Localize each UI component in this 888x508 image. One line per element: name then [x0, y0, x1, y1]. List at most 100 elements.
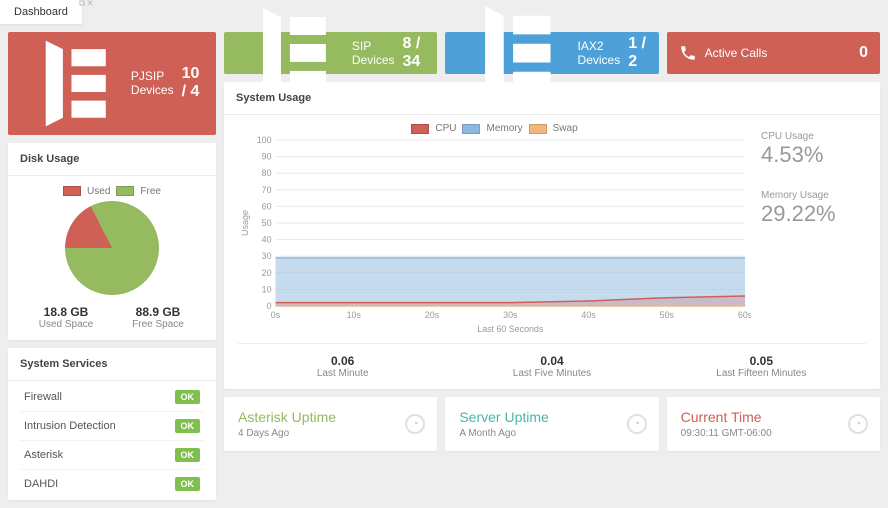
- info-card[interactable]: Asterisk Uptime 4 Days Ago◔: [224, 397, 437, 451]
- used-space-label: Used Space: [20, 319, 112, 330]
- svg-text:70: 70: [262, 185, 272, 195]
- free-space-label: Free Space: [112, 319, 204, 330]
- legend-used-swatch: [63, 186, 81, 196]
- service-row[interactable]: DAHDI OK: [20, 470, 204, 498]
- info-title: Current Time: [681, 409, 866, 425]
- service-row[interactable]: Intrusion Detection OK: [20, 412, 204, 441]
- svg-text:60: 60: [262, 201, 272, 211]
- chart-legend: CPU Memory Swap: [238, 123, 751, 134]
- cpu-usage-value: 4.53%: [761, 142, 862, 168]
- clock-icon: ◔: [848, 414, 868, 434]
- disk-usage-panel: Disk Usage Used Free 18.8 GB Used Space: [8, 143, 216, 340]
- load-label: Last Five Minutes: [447, 368, 656, 379]
- pjsp-devices-card[interactable]: PJSIP Devices 10 / 4: [8, 32, 216, 135]
- load-value: 0.04: [447, 354, 656, 368]
- svg-text:10s: 10s: [347, 310, 362, 320]
- info-subtitle: 09:30:11 GMT-06:00: [681, 428, 866, 439]
- usage-chart: 01020304050607080901000s10s20s30s40s50s6…: [238, 134, 751, 334]
- service-name: DAHDI: [24, 478, 58, 490]
- svg-text:Usage: Usage: [240, 210, 250, 236]
- clock-icon: ◔: [627, 414, 647, 434]
- load-stat: 0.05Last Fifteen Minutes: [657, 344, 866, 389]
- free-space-value: 88.9 GB: [112, 305, 204, 319]
- svg-text:40s: 40s: [581, 310, 596, 320]
- info-card[interactable]: Server Uptime A Month Ago◔: [445, 397, 658, 451]
- svg-text:20: 20: [262, 268, 272, 278]
- disk-pie-chart: [65, 201, 159, 295]
- panel-title: System Usage: [224, 82, 880, 115]
- info-title: Server Uptime: [459, 409, 644, 425]
- svg-text:Last 60 Seconds: Last 60 Seconds: [477, 324, 544, 334]
- legend-swap-label: Swap: [553, 123, 578, 134]
- system-services-panel: System Services FirewallOKIntrusion Dete…: [8, 348, 216, 500]
- service-row[interactable]: Firewall OK: [20, 383, 204, 412]
- memory-usage-label: Memory Usage: [761, 190, 862, 201]
- load-stat: 0.06Last Minute: [238, 344, 447, 389]
- stat-label: IAX2 Devices: [578, 39, 621, 67]
- legend-memory-label: Memory: [486, 123, 522, 134]
- legend-cpu-label: CPU: [435, 123, 456, 134]
- panel-title: System Services: [8, 348, 216, 381]
- load-stat: 0.04Last Five Minutes: [447, 344, 656, 389]
- disk-legend: Used Free: [20, 186, 204, 197]
- svg-text:10: 10: [262, 284, 272, 294]
- svg-text:50: 50: [262, 218, 272, 228]
- load-label: Last Fifteen Minutes: [657, 368, 866, 379]
- status-badge: OK: [175, 390, 201, 404]
- svg-text:90: 90: [262, 152, 272, 162]
- svg-text:30s: 30s: [503, 310, 518, 320]
- panel-title: Disk Usage: [8, 143, 216, 176]
- stat-value: 10 / 4: [182, 65, 204, 101]
- svg-text:20s: 20s: [425, 310, 440, 320]
- svg-text:100: 100: [257, 135, 272, 145]
- load-value: 0.05: [657, 354, 866, 368]
- used-space-stat: 18.8 GB Used Space: [20, 305, 112, 330]
- legend-memory-swatch: [462, 124, 480, 134]
- device-icon: [20, 32, 123, 135]
- active-calls-card[interactable]: Active Calls 0: [667, 32, 880, 74]
- svg-text:80: 80: [262, 168, 272, 178]
- stat-label: PJSIP Devices: [131, 69, 174, 97]
- load-value: 0.06: [238, 354, 447, 368]
- clock-icon: ◔: [405, 414, 425, 434]
- stat-label: SIP Devices: [352, 39, 395, 67]
- iax2-devices-card[interactable]: IAX2 Devices 1 / 2: [445, 32, 658, 74]
- info-subtitle: 4 Days Ago: [238, 428, 423, 439]
- stat-value: 0: [859, 44, 868, 62]
- used-space-value: 18.8 GB: [20, 305, 112, 319]
- load-label: Last Minute: [238, 368, 447, 379]
- dashboard-tab[interactable]: Dashboard ⧉ ✕: [0, 0, 82, 24]
- info-subtitle: A Month Ago: [459, 428, 644, 439]
- cpu-usage-label: CPU Usage: [761, 131, 862, 142]
- info-title: Asterisk Uptime: [238, 409, 423, 425]
- status-badge: OK: [175, 477, 201, 491]
- legend-swap-swatch: [529, 124, 547, 134]
- service-name: Firewall: [24, 391, 62, 403]
- stat-value: 8 / 34: [403, 35, 426, 71]
- memory-usage-value: 29.22%: [761, 201, 862, 227]
- detach-icon[interactable]: ⧉: [79, 0, 85, 9]
- svg-text:60s: 60s: [738, 310, 751, 320]
- legend-free-label: Free: [140, 186, 161, 197]
- stat-label: Active Calls: [705, 46, 851, 60]
- close-icon[interactable]: ✕: [86, 0, 94, 9]
- svg-text:40: 40: [262, 235, 272, 245]
- service-name: Asterisk: [24, 449, 63, 461]
- sip-devices-card[interactable]: SIP Devices 8 / 34: [224, 32, 437, 74]
- tab-title: Dashboard: [14, 6, 68, 18]
- status-badge: OK: [175, 419, 201, 433]
- free-space-stat: 88.9 GB Free Space: [112, 305, 204, 330]
- system-usage-panel: System Usage CPU Memory Swap 01020304050…: [224, 82, 880, 389]
- info-card[interactable]: Current Time 09:30:11 GMT-06:00◔: [667, 397, 880, 451]
- svg-text:30: 30: [262, 251, 272, 261]
- status-badge: OK: [175, 448, 201, 462]
- stat-value: 1 / 2: [628, 35, 646, 71]
- service-name: Intrusion Detection: [24, 420, 116, 432]
- service-row[interactable]: Asterisk OK: [20, 441, 204, 470]
- legend-cpu-swatch: [411, 124, 429, 134]
- legend-free-swatch: [116, 186, 134, 196]
- legend-used-label: Used: [87, 186, 110, 197]
- svg-text:0s: 0s: [271, 310, 281, 320]
- phone-icon: [679, 43, 697, 63]
- svg-text:50s: 50s: [660, 310, 675, 320]
